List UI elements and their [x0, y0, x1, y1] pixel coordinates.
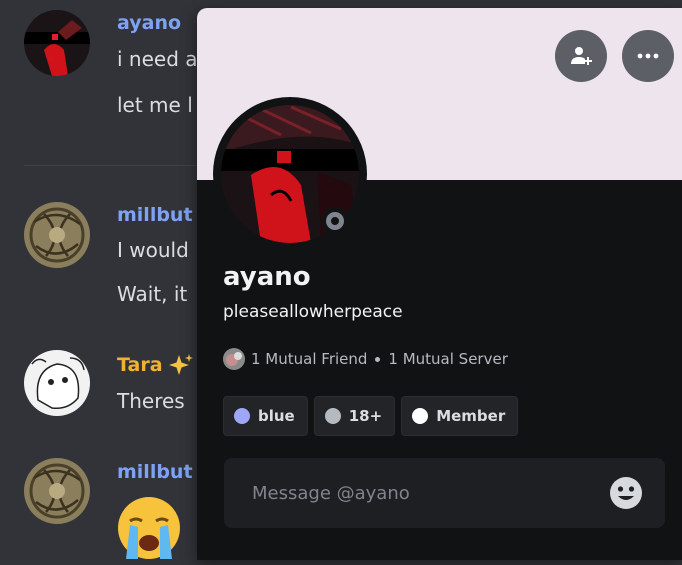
separator-dot — [375, 356, 381, 362]
role-label: 18+ — [348, 407, 383, 425]
message-text: i need a — [117, 47, 198, 71]
role-pill[interactable]: Member — [401, 396, 519, 436]
user-avatar[interactable] — [24, 202, 90, 268]
mutual-friends-link[interactable]: 1 Mutual Friend — [251, 350, 367, 368]
loudly-crying-face-icon — [116, 495, 182, 561]
mutuals-row: 1 Mutual Friend 1 Mutual Server — [223, 348, 508, 370]
profile-display-name: ayano — [223, 262, 311, 292]
message-author[interactable]: ayano — [117, 12, 181, 34]
more-options-button[interactable] — [622, 30, 674, 82]
mutual-servers-link[interactable]: 1 Mutual Server — [388, 350, 507, 368]
profile-popout: ayano pleaseallowherpeace 1 Mutual Frien… — [197, 8, 682, 560]
add-friend-icon — [569, 44, 593, 68]
message-author-row: Tara — [117, 353, 193, 377]
role-pill[interactable]: 18+ — [313, 396, 396, 436]
mutual-friend-avatar — [223, 348, 245, 370]
add-friend-button[interactable] — [555, 30, 607, 82]
role-color-dot — [324, 408, 341, 424]
sparkles-icon — [168, 353, 193, 377]
direct-message-input[interactable] — [250, 481, 609, 505]
message-text: let me l — [117, 93, 193, 117]
role-label: blue — [258, 407, 295, 425]
message-author[interactable]: Tara — [117, 354, 163, 376]
message-author[interactable]: millbut — [117, 204, 193, 226]
more-options-icon — [637, 53, 659, 59]
user-avatar[interactable] — [24, 458, 90, 524]
roles-list: blue 18+ Member — [223, 396, 519, 436]
message-text: Wait, it — [117, 282, 188, 306]
user-avatar[interactable] — [24, 10, 90, 76]
direct-message-box — [224, 458, 665, 528]
emoji-picker-icon[interactable] — [609, 476, 643, 510]
role-pill[interactable]: blue — [223, 396, 308, 436]
user-avatar[interactable] — [24, 350, 90, 416]
status-offline-icon — [321, 207, 349, 235]
message-divider — [24, 165, 204, 166]
message-text: Theres — [117, 389, 185, 413]
role-label: Member — [436, 407, 506, 425]
profile-username[interactable]: pleaseallowherpeace — [223, 302, 403, 322]
message-text: I would — [117, 238, 189, 262]
role-color-dot — [412, 408, 429, 424]
role-color-dot — [234, 408, 250, 424]
message-author[interactable]: millbut — [117, 461, 193, 483]
